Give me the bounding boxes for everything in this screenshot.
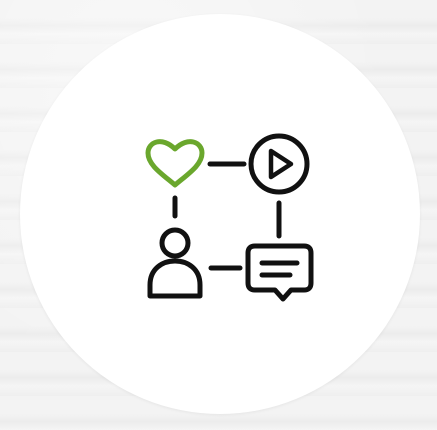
user-icon [147, 227, 203, 299]
network-icon-svg [145, 133, 314, 302]
chat-bubble-icon [245, 243, 314, 302]
play-circle-icon [248, 133, 310, 195]
social-network-illustration [0, 0, 437, 430]
heart-icon [145, 139, 205, 188]
